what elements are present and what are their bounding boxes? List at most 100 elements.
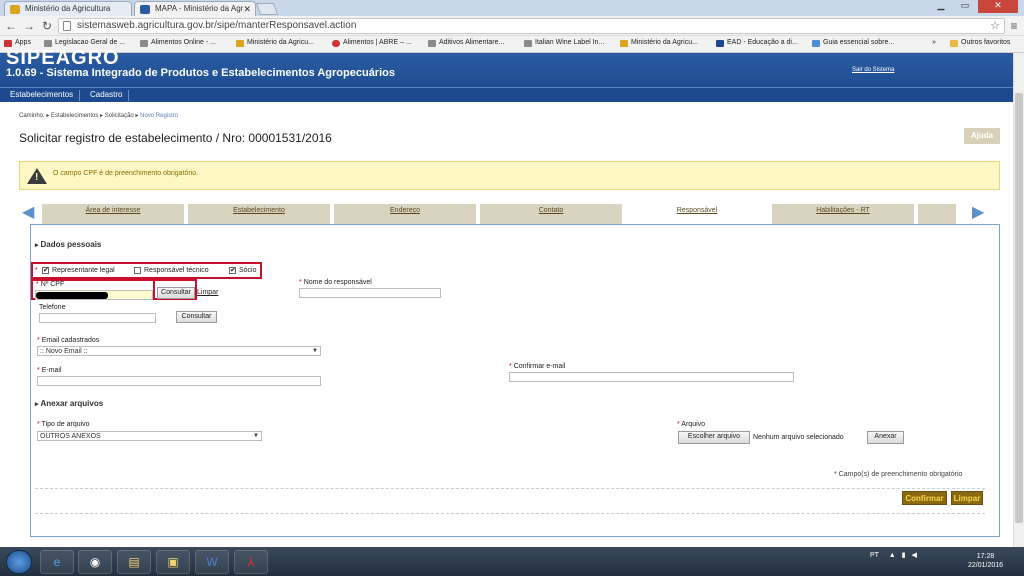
language-indicator[interactable]: PT	[870, 552, 879, 559]
page-icon	[428, 40, 436, 47]
tab-endereco[interactable]: Endereço	[334, 204, 478, 224]
system-name: 1.0.69 - Sistema Integrado de Produtos e…	[6, 67, 395, 79]
reload-icon[interactable]: ↻	[40, 19, 54, 33]
menu-item-cadastro[interactable]: Cadastro	[84, 90, 130, 101]
consult-button-box: Consultar	[153, 279, 197, 300]
folder-icon[interactable]: ▣	[156, 550, 190, 574]
acrobat-icon[interactable]: ⅄	[234, 550, 268, 574]
required-marker: *	[35, 267, 38, 274]
browser-tab-title: Ministério da Agricultura	[25, 4, 111, 13]
consult-phone-button[interactable]: Consultar	[176, 311, 217, 323]
next-step-arrow-icon[interactable]: ▶	[972, 205, 988, 221]
url-input[interactable]: sistemasweb.agricultura.gov.br/sipe/mant…	[58, 18, 1005, 34]
file-type-label: * Tipo de arquivo	[37, 421, 90, 428]
checkbox-label: Representante legal	[52, 267, 115, 274]
forward-icon[interactable]: →	[22, 19, 36, 33]
network-icon[interactable]: ▮	[902, 552, 906, 559]
site-header: SIPEAGRO 1.0.69 - Sistema Integrado de P…	[0, 47, 1013, 87]
checkbox-socio[interactable]: ✔	[229, 267, 236, 274]
windows-start-icon[interactable]	[6, 550, 32, 574]
breadcrumb: Caminho: ▸ Estabelecimentos ▸ Solicitaçã…	[19, 112, 178, 119]
bookmark-folder-other[interactable]: Outros favoritos	[950, 39, 1010, 47]
menu-icon[interactable]: ≡	[1007, 19, 1021, 33]
bookmark-item[interactable]: Italian Wine Label In...	[524, 39, 604, 47]
redacted-cpf	[36, 292, 108, 299]
responsible-name-input[interactable]	[299, 288, 441, 298]
chrome-icon[interactable]: ◉	[78, 550, 112, 574]
file-type-select[interactable]: OUTROS ANEXOS	[37, 431, 262, 441]
consult-cpf-button[interactable]: Consultar	[157, 287, 195, 299]
checkbox-representante-legal[interactable]: ✔	[42, 267, 49, 274]
word-icon[interactable]: W	[195, 550, 229, 574]
bookmarks-overflow[interactable]: »	[932, 39, 936, 46]
tab-area-de-interesse[interactable]: Área de interesse	[42, 204, 186, 224]
checkbox-responsavel-tecnico[interactable]	[134, 267, 141, 274]
browser-tab-2[interactable]: MAPA - Ministério da Agr ✕	[134, 1, 256, 16]
bookmarks-bar: Apps Legislacao Geral de ... Alimentos O…	[0, 36, 1024, 53]
alert-message: O campo CPF é de preenchimento obrigatór…	[53, 170, 199, 177]
bookmark-item[interactable]: Ministério da Agricu...	[236, 39, 314, 47]
cpf-label: * Nº CPF	[36, 281, 65, 288]
close-tab-icon[interactable]: ✕	[243, 4, 251, 15]
file-explorer-icon[interactable]: ▤	[117, 550, 151, 574]
clear-button[interactable]: Limpar	[951, 491, 983, 505]
tray-arrow-icon[interactable]: ▲	[889, 552, 896, 559]
bookmark-item[interactable]: EAD - Educação a di...	[716, 39, 798, 47]
new-tab-button[interactable]	[255, 3, 279, 15]
minimize-icon[interactable]: ▁	[930, 0, 952, 13]
system-clock[interactable]: 17:28 22/01/2016	[968, 552, 1003, 570]
bookmark-item[interactable]: Ministério da Agricu...	[620, 39, 698, 47]
menu-item-estabelecimentos[interactable]: Estabelecimentos	[4, 90, 81, 101]
page-scrollbar[interactable]	[1013, 53, 1024, 547]
volume-icon[interactable]: ◀	[911, 552, 916, 559]
phone-input[interactable]	[39, 313, 156, 323]
email-input[interactable]	[37, 376, 321, 386]
tab-estabelecimento[interactable]: Estabelecimento	[188, 204, 332, 224]
page-icon	[63, 21, 71, 31]
internet-explorer-icon[interactable]: e	[40, 550, 74, 574]
back-icon[interactable]: ←	[4, 19, 18, 33]
choose-file-button[interactable]: Escolher arquivo	[678, 431, 750, 444]
section-anexar-arquivos: Anexar arquivos	[35, 399, 103, 408]
email-label: * E-mail	[37, 367, 62, 374]
monitor-icon	[140, 5, 150, 14]
bookmark-item[interactable]: Aditivos Alimentare...	[428, 39, 504, 47]
cpf-field-box: * Nº CPF	[31, 279, 155, 300]
bookmark-item[interactable]: Alimentos Online - ...	[140, 39, 216, 47]
cpf-input[interactable]	[35, 290, 153, 300]
confirm-email-input[interactable]	[509, 372, 794, 382]
help-button[interactable]: Ajuda	[964, 128, 1000, 144]
scrollbar-thumb[interactable]	[1015, 93, 1023, 523]
tab-contato[interactable]: Contato	[480, 204, 624, 224]
bookmark-apps[interactable]: Apps	[4, 39, 31, 47]
phone-label: Telefone	[39, 304, 66, 311]
logout-link[interactable]: Sair do Sistema	[852, 67, 894, 73]
guide-icon	[812, 40, 820, 47]
bookmark-item[interactable]: Guia essencial sobre...	[812, 39, 894, 47]
tab-extra[interactable]	[918, 204, 958, 224]
clock-date: 22/01/2016	[968, 562, 1004, 569]
breadcrumb-path[interactable]: Caminho: ▸ Estabelecimentos ▸ Solicitaçã…	[19, 113, 138, 119]
responsible-name-label: * Nome do responsável	[299, 279, 372, 286]
section-dados-pessoais: Dados pessoais	[35, 240, 101, 249]
clear-cpf-link[interactable]: Limpar	[197, 289, 218, 296]
warning-icon: !	[27, 168, 47, 184]
window-close-icon[interactable]: ✕	[978, 0, 1018, 13]
bookmark-item[interactable]: Alimentos | ABRE – ...	[332, 39, 412, 47]
tab-habilitacoes-rt[interactable]: Habilitações - RT	[772, 204, 916, 224]
bookmark-item[interactable]: Legislacao Geral de ...	[44, 39, 125, 47]
confirm-button[interactable]: Confirmar	[902, 491, 947, 505]
attach-button[interactable]: Anexar	[867, 431, 904, 444]
email-registered-select[interactable]: :: Novo Email ::	[37, 346, 321, 356]
brazil-flag-icon	[620, 40, 628, 47]
file-label: * Arquivo	[677, 421, 706, 428]
tab-responsavel[interactable]: Responsável	[626, 204, 770, 224]
star-icon[interactable]: ☆	[990, 19, 1000, 33]
main-menu: Estabelecimentos Cadastro	[0, 87, 1013, 102]
browser-tab-bar: Ministério da Agricultura MAPA - Ministé…	[0, 0, 1024, 16]
checkbox-label: Sócio	[239, 267, 257, 274]
maximize-icon[interactable]: ▭	[954, 0, 976, 13]
browser-tab-1[interactable]: Ministério da Agricultura	[4, 1, 132, 16]
previous-step-arrow-icon[interactable]: ◀	[22, 205, 38, 221]
divider	[35, 488, 985, 489]
